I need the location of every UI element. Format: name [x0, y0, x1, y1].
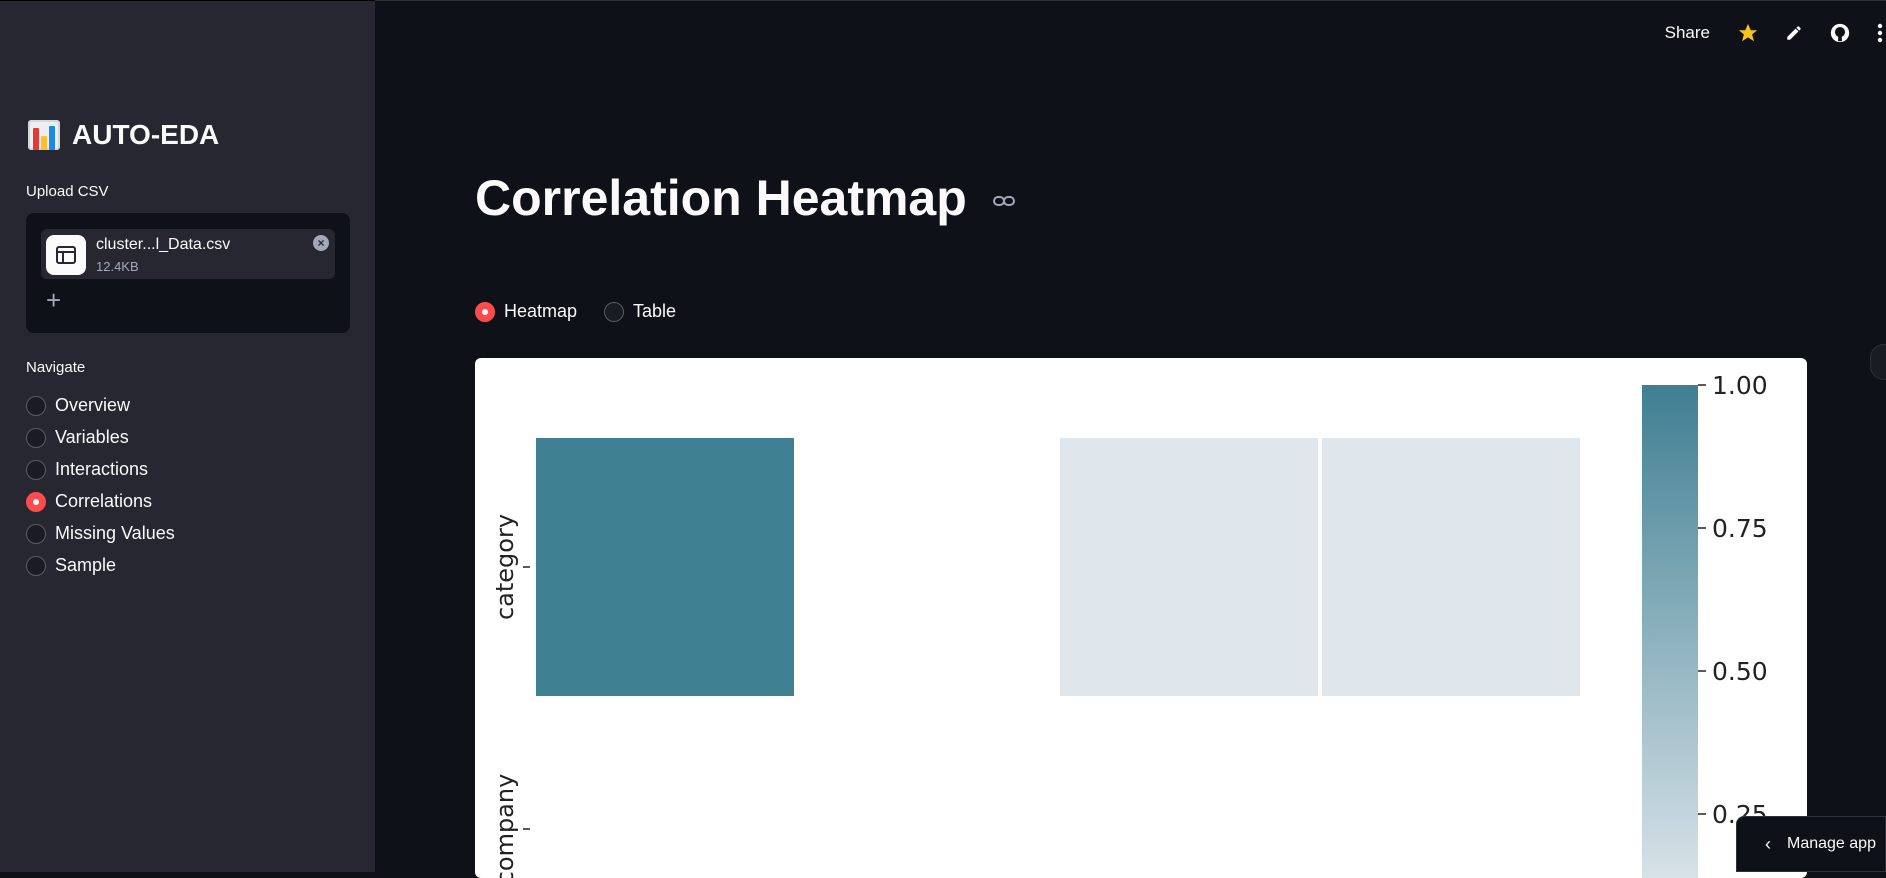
nav-label: Sample	[55, 555, 117, 575]
nav-variables[interactable]: Variables	[26, 427, 129, 448]
heatmap-cell	[536, 438, 794, 696]
add-file-button[interactable]: +	[46, 287, 61, 313]
radio-icon	[26, 459, 46, 480]
share-button[interactable]: Share	[1665, 23, 1710, 43]
radio-icon	[26, 523, 46, 544]
heatmap-cell	[1060, 438, 1318, 696]
page-title: Correlation Heatmap	[475, 170, 967, 226]
file-size: 12.4KB	[96, 259, 139, 274]
manage-app-button[interactable]: ‹ Manage app	[1736, 816, 1886, 872]
github-icon[interactable]	[1828, 21, 1852, 45]
manage-app-label: Manage app	[1787, 835, 1876, 852]
more-menu-icon[interactable]	[1874, 21, 1886, 45]
heatmap-svg: categorycompany 1.000.750.500.25	[491, 371, 1768, 878]
top-toolbar: Share	[1665, 21, 1886, 45]
colorbar-tick-label: 1.00	[1712, 371, 1768, 400]
radio-selected-icon	[26, 491, 46, 512]
edit-pencil-icon[interactable]	[1782, 21, 1806, 45]
file-uploader[interactable]: cluster...l_Data.csv 12.4KB × +	[26, 213, 350, 333]
view-option-label: Heatmap	[504, 301, 578, 321]
bar-chart-icon	[28, 120, 60, 150]
row-tick-label: company	[491, 774, 519, 878]
nav-missing-values[interactable]: Missing Values	[26, 523, 175, 544]
row-tick-label: category	[491, 514, 519, 620]
app-title-text: AUTO-EDA	[72, 119, 220, 150]
main-content: Share Correlation Heatmap Heatmap Table	[375, 0, 1886, 878]
sidebar: AUTO-EDA Upload CSV cluster...l_Data.csv…	[0, 0, 375, 872]
nav-label: Correlations	[55, 491, 153, 511]
radio-icon	[604, 301, 624, 322]
uploaded-file: cluster...l_Data.csv 12.4KB ×	[41, 229, 335, 279]
radio-icon	[26, 427, 46, 448]
upload-label: Upload CSV	[26, 183, 109, 200]
view-option-label: Table	[633, 301, 677, 321]
heatmap-cell	[1322, 438, 1580, 696]
colorbar-tick-label: 0.75	[1712, 514, 1768, 543]
remove-file-icon[interactable]: ×	[313, 235, 329, 251]
heatmap-chart: category company 1.00 0.75 0.50 0.25	[475, 358, 1807, 878]
radio-icon	[26, 555, 46, 576]
table-file-icon	[46, 235, 86, 275]
status-indicator	[1870, 344, 1886, 380]
chevron-left-icon: ‹	[1765, 833, 1771, 854]
nav-label: Overview	[55, 395, 131, 415]
view-option-heatmap[interactable]: Heatmap	[475, 301, 577, 322]
nav-label: Variables	[55, 427, 129, 447]
view-option-table[interactable]: Table	[604, 301, 676, 322]
nav-overview[interactable]: Overview	[26, 395, 130, 416]
nav-sample[interactable]: Sample	[26, 555, 116, 576]
radio-selected-icon	[475, 301, 495, 322]
colorbar-tick-label: 0.50	[1712, 657, 1768, 686]
link-anchor-icon[interactable]	[992, 193, 1016, 209]
file-name: cluster...l_Data.csv	[96, 236, 231, 253]
radio-icon	[26, 395, 46, 416]
navigate-label: Navigate	[26, 359, 86, 376]
nav-label: Interactions	[55, 459, 149, 479]
app-title: AUTO-EDA	[28, 119, 219, 151]
nav-correlations[interactable]: Correlations	[26, 491, 152, 512]
nav-interactions[interactable]: Interactions	[26, 459, 148, 480]
colorbar	[1642, 385, 1698, 878]
nav-label: Missing Values	[55, 523, 175, 543]
star-icon[interactable]	[1736, 21, 1760, 45]
